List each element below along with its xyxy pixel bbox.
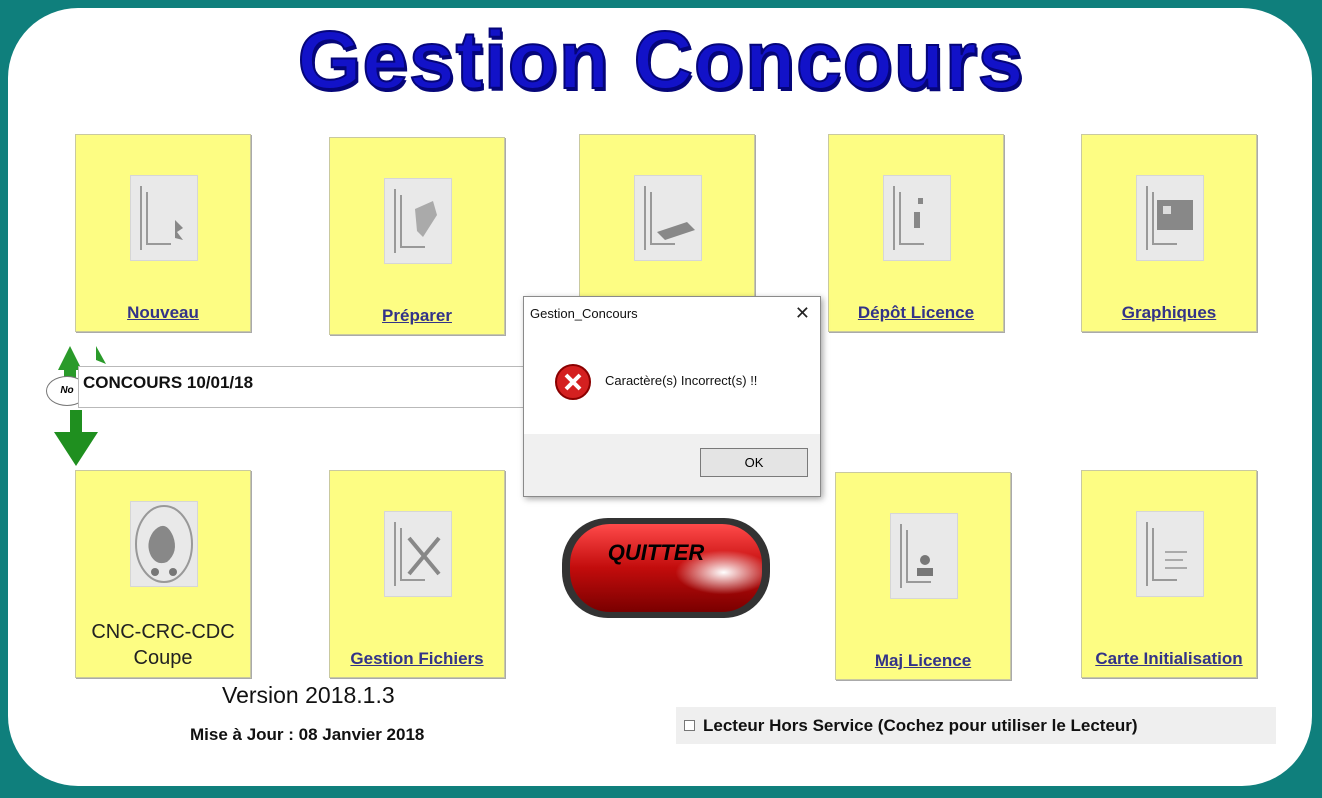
dialog-message: Caractère(s) Incorrect(s) !! (605, 373, 758, 388)
dialog-title: Gestion_Concours (530, 306, 638, 321)
tile-graphiques[interactable]: Graphiques (1081, 134, 1257, 332)
card-init-icon (1136, 511, 1204, 597)
error-icon (554, 363, 592, 401)
tools-icon (384, 511, 452, 597)
tile-cnc-crc-cdc[interactable]: CNC-CRC-CDC Coupe (75, 470, 251, 678)
new-document-icon (130, 175, 198, 261)
licence-deposit-icon (883, 175, 951, 261)
tile-carte-initialisation-label: Carte Initialisation (1095, 649, 1243, 668)
rooster-logo-icon (130, 501, 198, 587)
tile-nouveau-label: Nouveau (127, 303, 199, 322)
tile-gestion-fichiers-label: Gestion Fichiers (350, 649, 484, 668)
licence-update-icon (890, 513, 958, 599)
reader-option[interactable]: Lecteur Hors Service (Cochez pour utilis… (676, 707, 1276, 744)
tile-preparer[interactable]: Préparer (329, 137, 505, 335)
quit-button-label: QUITTER (608, 540, 705, 565)
dialog-body: Caractère(s) Incorrect(s) !! (524, 329, 820, 434)
dialog-titlebar: Gestion_Concours ✕ (524, 297, 820, 329)
tile-graphiques-label: Graphiques (1121, 303, 1217, 322)
tile-depot-licence-label: Dépôt Licence (857, 303, 975, 322)
tile-gestion-fichiers[interactable]: Gestion Fichiers (329, 470, 505, 678)
prepare-document-icon (384, 178, 452, 264)
tile-maj-licence-label: Maj Licence (874, 651, 972, 670)
reader-checkbox-label: Lecteur Hors Service (Cochez pour utilis… (703, 715, 1138, 735)
app-title: Gestion Concours (297, 14, 1025, 107)
tile-cnc-label-line2: Coupe (133, 647, 193, 669)
reader-checkbox[interactable] (684, 720, 695, 731)
book-icon (634, 175, 702, 261)
tile-carte-initialisation[interactable]: Carte Initialisation (1081, 470, 1257, 678)
concours-name-input[interactable]: CONCOURS 10/01/18 (78, 366, 524, 408)
tile-depot-licence[interactable]: Dépôt Licence (828, 134, 1004, 332)
tile-maj-licence[interactable]: Maj Licence (835, 472, 1011, 680)
quit-button[interactable]: QUITTER (558, 512, 774, 622)
error-dialog: Gestion_Concours ✕ Caractère(s) Incorrec… (523, 296, 821, 497)
update-date-text: Mise à Jour : 08 Janvier 2018 (190, 725, 425, 744)
chart-icon (1136, 175, 1204, 261)
ok-button[interactable]: OK (700, 448, 808, 477)
tile-preparer-label: Préparer (382, 306, 452, 325)
close-icon[interactable]: ✕ (795, 303, 810, 324)
tile-nouveau[interactable]: Nouveau (75, 134, 251, 332)
tile-cnc-label: CNC-CRC-CDC Coupe (76, 619, 250, 671)
tile-cnc-label-line1: CNC-CRC-CDC (91, 621, 235, 643)
version-text: Version 2018.1.3 (222, 682, 395, 708)
